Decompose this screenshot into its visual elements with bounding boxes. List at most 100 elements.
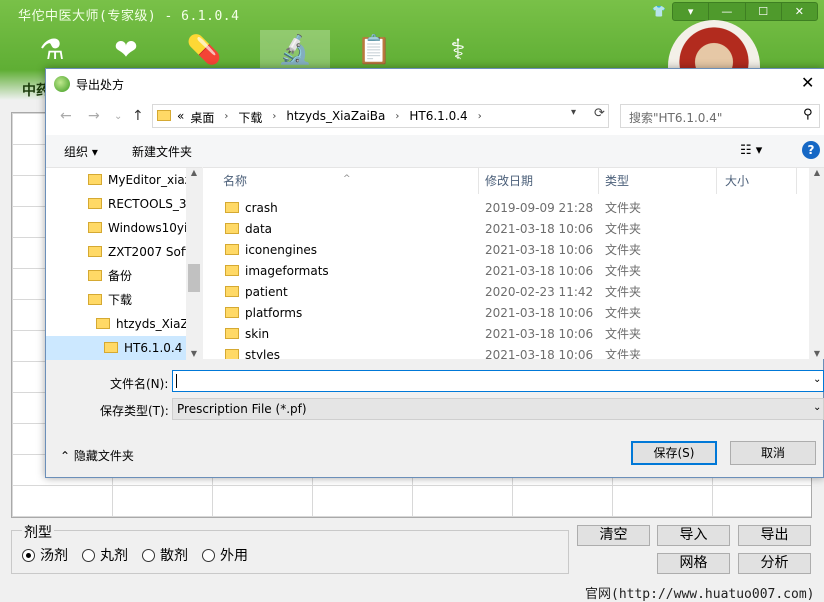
search-icon[interactable]: ⚲ (803, 107, 813, 122)
tree-item[interactable]: Windows10yis (88, 216, 186, 240)
sort-up-icon: ^ (343, 174, 351, 184)
chevron-down-icon[interactable]: ⌄ (813, 374, 821, 385)
chevron-right-icon[interactable]: › (474, 109, 486, 126)
view-options-icon[interactable]: ☷ ▾ (740, 143, 762, 158)
clear-button[interactable]: 清空 (577, 525, 650, 546)
organize-button[interactable]: 组织 ▾ (64, 143, 98, 160)
filename-label: 文件名(N): (110, 377, 169, 391)
table-row[interactable]: iconengines 2021-03-18 10:06 文件夹 (203, 240, 824, 261)
filetype-value: Prescription File (*.pf) (177, 402, 307, 416)
chevron-right-icon[interactable]: › (268, 109, 280, 126)
back-arrow-icon[interactable]: ← (60, 108, 72, 124)
address-bar[interactable]: « 桌面 › 下载 › htzyds_XiaZaiBa › HT6.1.0.4 … (152, 104, 609, 128)
filetype-label: 保存类型(T): (100, 404, 169, 418)
chevron-down-icon[interactable]: ▾ (571, 107, 576, 118)
breadcrumb-htzyds[interactable]: htzyds_XiaZaiBa (286, 109, 385, 126)
grid-button[interactable]: 网格 (657, 553, 730, 574)
analyze-button[interactable]: 分析 (738, 553, 811, 574)
scroll-down-icon[interactable]: ▼ (809, 349, 824, 358)
folder-icon (225, 244, 239, 255)
scroll-down-icon[interactable]: ▼ (186, 349, 202, 358)
microscope-icon[interactable]: 🔬 (260, 30, 330, 70)
shirt-icon[interactable]: 👕 (652, 5, 666, 18)
column-modified[interactable]: 修改日期 (479, 168, 599, 194)
radio-checked-icon (22, 548, 35, 562)
search-input[interactable]: 搜索"HT6.1.0.4" ⚲ (620, 104, 820, 128)
radio-external[interactable]: 外用 (202, 545, 248, 565)
forward-arrow-icon[interactable]: → (88, 108, 100, 124)
column-type[interactable]: 类型 (599, 168, 717, 194)
table-row[interactable]: skin 2021-03-18 10:06 文件夹 (203, 324, 824, 345)
cancel-button[interactable]: 取消 (730, 441, 816, 465)
tree-item-selected[interactable]: HT6.1.0.4 (46, 336, 186, 360)
column-name[interactable]: ^ 名称 (203, 168, 479, 194)
flask-icon[interactable]: ⚗ (30, 30, 74, 70)
folder-icon (225, 202, 239, 213)
table-row[interactable]: patient 2020-02-23 11:42 文件夹 (203, 282, 824, 303)
radio-powder[interactable]: 散剂 (142, 545, 188, 565)
recent-chevron-icon[interactable]: ⌄ (114, 111, 122, 122)
tree-item[interactable]: 下载 (88, 288, 186, 312)
help-icon[interactable]: ? (802, 141, 820, 159)
tree-item[interactable]: RECTOOLS_30 (88, 192, 186, 216)
minimize-button[interactable]: — (709, 3, 746, 20)
table-row[interactable]: platforms 2021-03-18 10:06 文件夹 (203, 303, 824, 324)
save-button[interactable]: 保存(S) (631, 441, 717, 465)
dosage-form-legend: 剂型 (22, 522, 54, 542)
tree-item[interactable]: ZXT2007 Soft (88, 240, 186, 264)
folder-icon (88, 198, 102, 209)
tree-item[interactable]: 备份 (88, 264, 186, 288)
column-size[interactable]: 大小 (717, 168, 797, 194)
dropdown-menu-button[interactable]: ▾ (673, 3, 710, 20)
table-row[interactable]: data 2021-03-18 10:06 文件夹 (203, 219, 824, 240)
close-button[interactable]: ✕ (782, 3, 817, 20)
chevron-right-icon[interactable]: › (391, 109, 403, 126)
dialog-close-icon[interactable]: ✕ (801, 73, 814, 92)
scroll-up-icon[interactable]: ▲ (186, 168, 202, 177)
new-folder-button[interactable]: 新建文件夹 (132, 143, 192, 160)
list-scrollbar[interactable]: ▲ ▼ (809, 168, 824, 359)
tree-scroll-thumb[interactable] (188, 264, 200, 292)
official-site-link[interactable]: 官网(http://www.huatuo007.com) (585, 583, 815, 602)
clipboard-icon[interactable]: 📋 (352, 30, 396, 70)
hide-folders-toggle[interactable]: ⌃ 隐藏文件夹 (60, 447, 134, 464)
folder-icon (225, 349, 239, 359)
import-button[interactable]: 导入 (657, 525, 730, 546)
refresh-icon[interactable]: ⟳ (594, 106, 605, 121)
radio-pill[interactable]: 丸剂 (82, 545, 128, 565)
breadcrumb-downloads[interactable]: 下载 (238, 109, 262, 126)
breadcrumb-desktop[interactable]: 桌面 (190, 109, 214, 126)
chevron-down-icon[interactable]: ⌄ (813, 402, 821, 413)
stethoscope-icon[interactable]: ⚕ (436, 30, 480, 70)
folder-tree: MyEditor_xiaz RECTOOLS_30 Windows10yis Z… (46, 167, 202, 360)
radio-decoction[interactable]: 汤剂 (22, 545, 68, 565)
app-title: 华佗中医大师(专家级) - 6.1.0.4 (18, 9, 240, 24)
breadcrumb-overflow[interactable]: « (177, 109, 184, 126)
tree-item[interactable]: MyEditor_xiaz (88, 168, 186, 192)
table-row[interactable]: styles 2021-03-18 10:06 文件夹 (203, 345, 824, 359)
main-toolbar: ⚗ ❤ 💊 🔬 📋 ⚕ (30, 30, 500, 70)
export-button[interactable]: 导出 (738, 525, 811, 546)
radio-unchecked-icon (142, 548, 155, 562)
folder-icon (104, 342, 118, 353)
chevron-right-icon[interactable]: › (220, 109, 232, 126)
dosage-form-radios: 汤剂 丸剂 散剂 外用 (22, 545, 248, 565)
up-arrow-icon[interactable]: ↑ (132, 108, 144, 124)
tree-item[interactable]: htzyds_XiaZa (96, 312, 186, 336)
scroll-up-icon[interactable]: ▲ (809, 168, 824, 177)
heart-search-icon[interactable]: ❤ (104, 30, 148, 70)
file-list: ^ 名称 修改日期 类型 大小 crash 2019-09-09 21:28 文件… (203, 167, 824, 359)
navigation-bar: ← → ⌄ ↑ « 桌面 › 下载 › htzyds_XiaZaiBa › HT… (46, 99, 824, 135)
filename-input[interactable]: ⌄ (172, 370, 824, 392)
maximize-button[interactable]: ☐ (746, 3, 782, 20)
folder-icon (88, 222, 102, 233)
pill-icon[interactable]: 💊 (182, 30, 226, 70)
window-controls: ▾ — ☐ ✕ (672, 2, 818, 21)
folder-icon (157, 110, 171, 121)
search-placeholder: 搜索"HT6.1.0.4" (629, 111, 723, 125)
table-row[interactable]: crash 2019-09-09 21:28 文件夹 (203, 198, 824, 219)
breadcrumb-ht6104[interactable]: HT6.1.0.4 (409, 109, 467, 126)
tree-scrollbar[interactable]: ▲ ▼ (186, 168, 202, 360)
filetype-select[interactable]: Prescription File (*.pf) ⌄ (172, 398, 824, 420)
table-row[interactable]: imageformats 2021-03-18 10:06 文件夹 (203, 261, 824, 282)
